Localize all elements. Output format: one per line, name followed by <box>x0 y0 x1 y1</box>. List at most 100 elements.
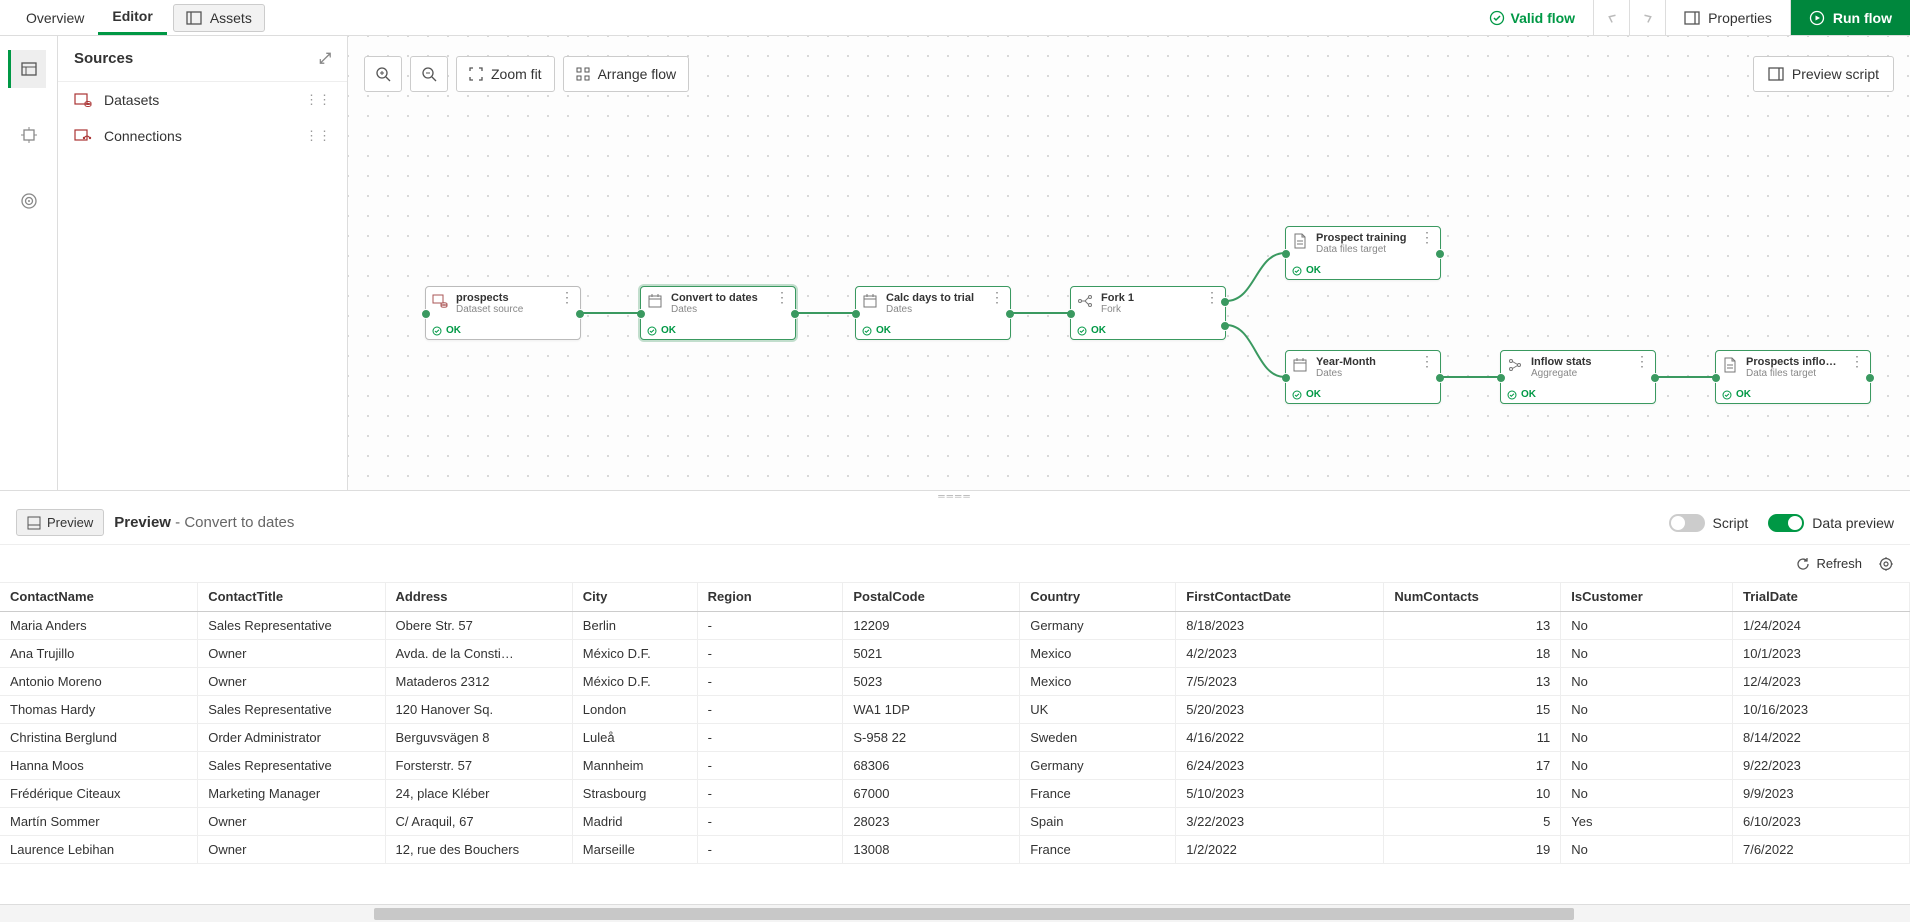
table-cell: 7/5/2023 <box>1176 667 1384 695</box>
input-port[interactable] <box>1496 373 1506 383</box>
arrange-flow-button[interactable]: Arrange flow <box>563 56 690 92</box>
flow-node-n1[interactable]: prospectsDataset source⋮OK <box>425 286 581 340</box>
input-port[interactable] <box>1281 373 1291 383</box>
table-cell: 17 <box>1384 751 1561 779</box>
drag-handle-icon[interactable]: ⋮⋮ <box>305 92 331 108</box>
column-header[interactable]: Region <box>697 583 843 611</box>
output-port[interactable] <box>790 309 800 319</box>
table-cell: Owner <box>198 667 385 695</box>
table-row[interactable]: Antonio MorenoOwnerMataderos 2312México … <box>0 667 1910 695</box>
column-header[interactable]: TrialDate <box>1732 583 1909 611</box>
run-flow-button[interactable]: Run flow <box>1791 0 1910 35</box>
column-header[interactable]: Address <box>385 583 572 611</box>
column-header[interactable]: FirstContactDate <box>1176 583 1384 611</box>
table-row[interactable]: Laurence LebihanOwner12, rue des Boucher… <box>0 835 1910 863</box>
node-title: Fork 1 <box>1101 292 1199 304</box>
flow-node-n8[interactable]: Prospects inflow statData files target⋮O… <box>1715 350 1871 404</box>
rail-targets[interactable] <box>10 182 48 220</box>
node-menu-icon[interactable]: ⋮ <box>775 292 789 302</box>
output-port[interactable] <box>1435 249 1445 259</box>
tab-overview[interactable]: Overview <box>12 0 98 35</box>
zoom-in-button[interactable] <box>364 56 402 92</box>
node-menu-icon[interactable]: ⋮ <box>990 292 1004 302</box>
settings-icon[interactable] <box>1878 556 1894 572</box>
node-status: OK <box>661 325 676 336</box>
output-port[interactable] <box>1650 373 1660 383</box>
column-header[interactable]: PostalCode <box>843 583 1020 611</box>
output-port-1[interactable] <box>1220 297 1230 307</box>
valid-flow-status: Valid flow <box>1471 0 1595 35</box>
column-header[interactable]: ContactTitle <box>198 583 385 611</box>
zoom-out-button[interactable] <box>410 56 448 92</box>
output-port-2[interactable] <box>1220 321 1230 331</box>
output-port[interactable] <box>575 309 585 319</box>
input-port[interactable] <box>1066 309 1076 319</box>
drag-handle-icon[interactable]: ⋮⋮ <box>305 128 331 144</box>
preview-panel-toggle[interactable]: Preview <box>16 509 104 536</box>
table-cell: No <box>1561 667 1733 695</box>
input-port[interactable] <box>1711 373 1721 383</box>
dates-icon <box>647 293 665 311</box>
script-label: Script <box>1713 515 1749 531</box>
data-preview-toggle[interactable] <box>1768 514 1804 532</box>
script-toggle[interactable] <box>1669 514 1705 532</box>
redo-button[interactable] <box>1630 0 1666 35</box>
node-menu-icon[interactable]: ⋮ <box>1205 292 1219 302</box>
flow-node-n6[interactable]: Year-MonthDates⋮OK <box>1285 350 1441 404</box>
node-menu-icon[interactable]: ⋮ <box>1635 356 1649 366</box>
output-port[interactable] <box>1005 309 1015 319</box>
horizontal-scrollbar[interactable] <box>0 904 1910 922</box>
column-header[interactable]: IsCustomer <box>1561 583 1733 611</box>
node-subtitle: Dates <box>886 304 984 315</box>
table-row[interactable]: Hanna MoosSales RepresentativeForsterstr… <box>0 751 1910 779</box>
column-header[interactable]: Country <box>1020 583 1176 611</box>
table-row[interactable]: Maria AndersSales RepresentativeObere St… <box>0 611 1910 639</box>
tab-editor[interactable]: Editor <box>98 0 166 35</box>
table-row[interactable]: Ana TrujilloOwnerAvda. de la Consti…Méxi… <box>0 639 1910 667</box>
node-menu-icon[interactable]: ⋮ <box>1850 356 1864 366</box>
table-row[interactable]: Frédérique CiteauxMarketing Manager24, p… <box>0 779 1910 807</box>
column-header[interactable]: City <box>572 583 697 611</box>
output-port[interactable] <box>1435 373 1445 383</box>
node-menu-icon[interactable]: ⋮ <box>560 292 574 302</box>
preview-script-button[interactable]: Preview script <box>1753 56 1894 92</box>
flow-node-n5[interactable]: Prospect trainingData files target⋮OK <box>1285 226 1441 280</box>
node-menu-icon[interactable]: ⋮ <box>1420 356 1434 366</box>
column-header[interactable]: ContactName <box>0 583 198 611</box>
table-row[interactable]: Thomas HardySales Representative120 Hano… <box>0 695 1910 723</box>
input-port[interactable] <box>1281 249 1291 259</box>
sidebar-item-connections[interactable]: Connections ⋮⋮ <box>58 118 347 154</box>
table-cell: No <box>1561 835 1733 863</box>
table-cell: 24, place Kléber <box>385 779 572 807</box>
sidebar-item-datasets[interactable]: Datasets ⋮⋮ <box>58 82 347 118</box>
properties-button[interactable]: Properties <box>1666 0 1791 35</box>
input-port[interactable] <box>636 309 646 319</box>
panel-resize-handle[interactable]: ════ <box>0 491 1910 501</box>
output-port[interactable] <box>1865 373 1875 383</box>
table-cell: México D.F. <box>572 639 697 667</box>
table-cell: México D.F. <box>572 667 697 695</box>
node-subtitle: Dates <box>671 304 769 315</box>
table-row[interactable]: Christina BerglundOrder AdministratorBer… <box>0 723 1910 751</box>
zoom-fit-button[interactable]: Zoom fit <box>456 56 555 92</box>
node-menu-icon[interactable]: ⋮ <box>1420 232 1434 242</box>
rail-processors[interactable] <box>10 116 48 154</box>
input-port[interactable] <box>851 309 861 319</box>
expand-icon[interactable]: ⤢ <box>319 50 331 67</box>
table-cell: 120 Hanover Sq. <box>385 695 572 723</box>
table-cell: - <box>697 639 843 667</box>
flow-node-n2[interactable]: Convert to datesDates⋮OK <box>640 286 796 340</box>
file-icon <box>1722 357 1740 375</box>
flow-node-n4[interactable]: Fork 1Fork⋮OK <box>1070 286 1226 340</box>
undo-button[interactable] <box>1594 0 1630 35</box>
rail-sources[interactable] <box>8 50 46 88</box>
refresh-button[interactable]: Refresh <box>1796 556 1862 571</box>
assets-button[interactable]: Assets <box>173 4 265 32</box>
table-cell: 10 <box>1384 779 1561 807</box>
flow-node-n7[interactable]: Inflow statsAggregate⋮OK <box>1500 350 1656 404</box>
column-header[interactable]: NumContacts <box>1384 583 1561 611</box>
table-cell: 19 <box>1384 835 1561 863</box>
input-port[interactable] <box>421 309 431 319</box>
table-row[interactable]: Martín SommerOwnerC/ Araquil, 67Madrid-2… <box>0 807 1910 835</box>
flow-node-n3[interactable]: Calc days to trialDates⋮OK <box>855 286 1011 340</box>
